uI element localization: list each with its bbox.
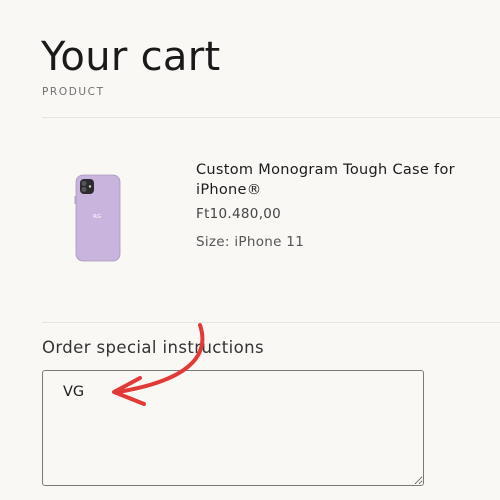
product-variant: Size: iPhone 11 (196, 234, 305, 250)
divider-bottom (42, 322, 500, 323)
side-button (74, 196, 76, 204)
product-title-link[interactable]: Custom Monogram Tough Case for iPhone® (196, 160, 486, 200)
instructions-textarea[interactable]: VG (42, 370, 424, 486)
camera-flash (88, 185, 92, 188)
page-title: Your cart (41, 33, 221, 80)
cart-page: Your cart PRODUCT RG Custom Monogram Tou… (0, 0, 500, 500)
instructions-label: Order special instructions (42, 338, 264, 357)
camera-lens-1 (81, 181, 87, 186)
camera-lens-2 (81, 187, 87, 192)
product-price: Ft10.480,00 (196, 206, 282, 222)
product-column-header: PRODUCT (42, 86, 105, 98)
camera-bump (80, 179, 94, 194)
divider-top (42, 117, 500, 118)
product-thumbnail[interactable]: RG (74, 174, 122, 262)
monogram-text: RG (93, 214, 101, 220)
